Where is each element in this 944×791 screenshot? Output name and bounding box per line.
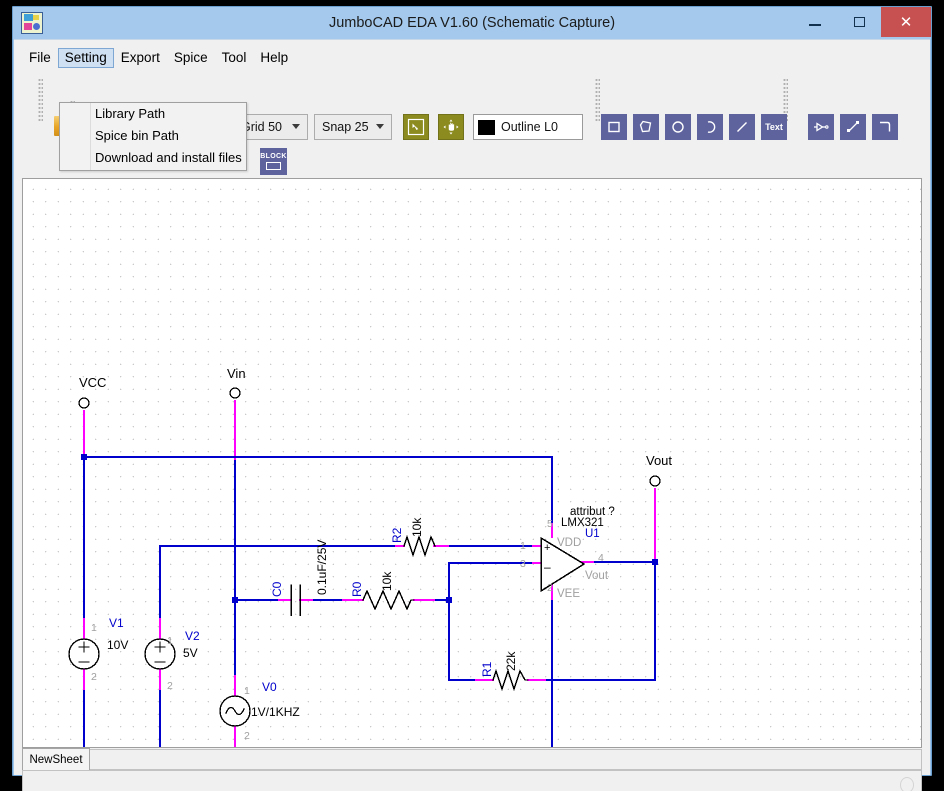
layer-color-swatch — [478, 119, 495, 135]
r1-ref: R1 — [480, 661, 494, 677]
cursor-arrow-icon — [407, 118, 425, 136]
wire-icon — [847, 121, 859, 132]
rectangle-icon — [608, 121, 620, 133]
u1-noninv-sign: + — [544, 542, 550, 554]
net-label-vin-text: Vin — [227, 366, 246, 381]
v2-ref: V2 — [185, 629, 200, 643]
menu-help[interactable]: Help — [253, 48, 295, 68]
tab-strip-empty — [90, 749, 922, 770]
u1-pin3: 3 — [520, 558, 526, 570]
client-area: SOFTPEDIA www.softpedia.com File Setting… — [14, 39, 930, 791]
c0-value: 0.1uF/25V — [315, 540, 329, 595]
u1-pin5: 5 — [547, 518, 553, 530]
circle-icon — [672, 121, 684, 133]
u1-pin-vout-label: Vout — [585, 570, 609, 582]
net-label-vcc-text: VCC — [79, 375, 106, 390]
draw-wire-tool[interactable] — [840, 114, 866, 140]
menu-export[interactable]: Export — [114, 48, 167, 68]
line-icon — [737, 122, 747, 132]
menu-item-spice-bin-path[interactable]: Spice bin Path — [60, 125, 246, 147]
menu-spice[interactable]: Spice — [167, 48, 215, 68]
schematic-grid: VCC Vin Vout V1 10V 1 2 V2 5V 1 2 V0 1V/… — [23, 179, 921, 747]
chevron-down-icon — [376, 124, 384, 129]
v1-value: 10V — [107, 638, 128, 652]
pan-hand-icon — [443, 119, 459, 135]
u1-inv-sign: – — [544, 560, 551, 574]
snap-size-select[interactable]: Snap 25 — [314, 114, 392, 140]
layer-select[interactable]: Outline L0 — [473, 114, 583, 140]
place-pin-tool[interactable] — [808, 114, 834, 140]
draw-circle-tool[interactable] — [665, 114, 691, 140]
draw-rectangle-tool[interactable] — [601, 114, 627, 140]
text-icon: Text — [765, 122, 783, 132]
r2-ref: R2 — [390, 527, 404, 543]
v0-ref: V0 — [262, 680, 277, 694]
sheet-tab-strip: NewSheet — [22, 748, 922, 770]
close-button[interactable]: ✕ — [881, 7, 931, 37]
u1-pin2: 2 — [547, 582, 553, 594]
block-icon-shape — [266, 162, 281, 170]
r1-value: 22k — [504, 651, 518, 671]
close-icon: ✕ — [899, 13, 913, 31]
pin-icon — [814, 122, 829, 132]
v1-pin1: 1 — [91, 622, 97, 634]
schematic-drawing: VCC Vin Vout V1 10V 1 2 V2 5V 1 2 V0 1V/… — [68, 366, 672, 747]
draw-arc-tool[interactable] — [697, 114, 723, 140]
status-bar — [22, 770, 922, 791]
menu-tool[interactable]: Tool — [215, 48, 254, 68]
application-window: JumboCAD EDA V1.60 (Schematic Capture) ✕… — [12, 6, 932, 791]
menu-file[interactable]: File — [22, 48, 58, 68]
v2-pin2: 2 — [167, 680, 173, 692]
setting-dropdown-menu: Library Path Spice bin Path Download and… — [59, 102, 247, 171]
polygon-icon — [639, 120, 652, 133]
menu-item-library-path[interactable]: Library Path — [60, 103, 246, 125]
layer-value: Outline L0 — [501, 120, 558, 134]
screenshot-root: JumboCAD EDA V1.60 (Schematic Capture) ✕… — [0, 0, 944, 791]
maximize-button[interactable] — [837, 7, 881, 37]
v1-pin2: 2 — [91, 671, 97, 683]
title-bar: JumboCAD EDA V1.60 (Schematic Capture) ✕ — [13, 7, 931, 39]
v0-pin1: 1 — [244, 685, 250, 697]
menu-setting[interactable]: Setting — [57, 48, 114, 68]
resize-grip-icon[interactable] — [900, 777, 914, 791]
u1-ref: U1 — [585, 528, 600, 540]
u1-pin4: 4 — [598, 552, 604, 564]
v2-pin1: 1 — [167, 635, 173, 647]
block-icon-label: BLOCK — [260, 153, 287, 160]
r2-value: 10k — [410, 517, 424, 537]
menu-item-download-install-files[interactable]: Download and install files — [60, 147, 246, 169]
bus-corner-icon — [880, 121, 891, 132]
toolbar-gripper-3[interactable] — [595, 78, 600, 122]
snap-size-value: Snap 25 — [322, 120, 369, 134]
v0-pin2: 2 — [244, 730, 250, 742]
v2-value: 5V — [183, 646, 198, 660]
net-label-vout-text: Vout — [646, 453, 672, 468]
menu-bar: File Setting Export Spice Tool Help — [22, 48, 295, 68]
window-controls: ✕ — [793, 7, 931, 39]
arc-icon — [707, 121, 716, 133]
draw-polygon-tool[interactable] — [633, 114, 659, 140]
minimize-button[interactable] — [793, 7, 837, 37]
schematic-canvas[interactable]: VCC Vin Vout V1 10V 1 2 V2 5V 1 2 V0 1V/… — [22, 178, 922, 748]
u1-pin-vee-label: VEE — [557, 588, 580, 600]
place-text-tool[interactable]: Text — [761, 114, 787, 140]
v0-value: 1V/1KHZ — [251, 705, 300, 719]
c0-ref: C0 — [270, 581, 284, 597]
draw-bus-tool[interactable] — [872, 114, 898, 140]
place-block-tool[interactable]: BLOCK — [260, 148, 287, 175]
chevron-down-icon — [292, 124, 300, 129]
draw-line-tool[interactable] — [729, 114, 755, 140]
toolbar-gripper-1[interactable] — [38, 78, 43, 122]
v1-ref: V1 — [109, 616, 124, 630]
select-arrow-tool[interactable] — [403, 114, 429, 140]
r0-ref: R0 — [350, 581, 364, 597]
u1-pin-vdd-label: VDD — [557, 537, 581, 549]
r0-value: 10k — [380, 571, 394, 591]
u1-pin1: 1 — [520, 540, 526, 552]
grid-size-value: Grid 50 — [241, 120, 282, 134]
pan-hand-tool[interactable] — [438, 114, 464, 140]
tab-newsheet[interactable]: NewSheet — [22, 748, 90, 770]
